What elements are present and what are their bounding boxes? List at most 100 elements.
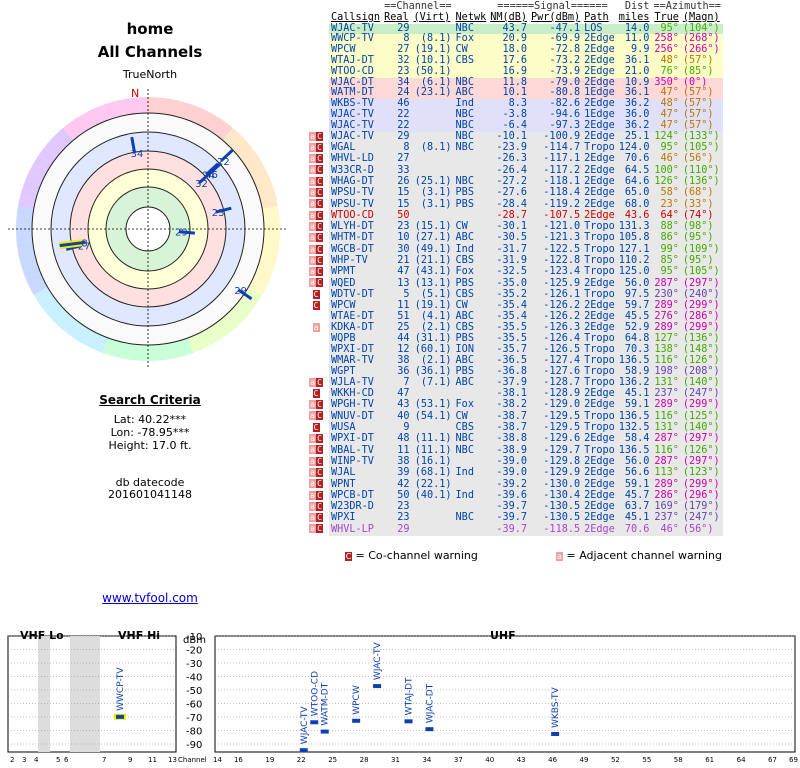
cell-net: NBC — [453, 433, 489, 446]
cell-net: Ind — [453, 467, 489, 480]
cell-nm: -30.5 — [488, 232, 530, 245]
warning-cell — [303, 56, 329, 67]
co-channel-warning-icon: C — [316, 142, 323, 152]
x-tick-label: 25 — [328, 756, 337, 764]
station-label: WJAC-TV — [300, 706, 310, 745]
cell-nm: -39.7 — [488, 512, 530, 525]
adjacent-channel-warning-icon: a — [309, 400, 316, 410]
cell-dist: 36.2 — [616, 120, 652, 132]
rainbow-wedge — [138, 344, 148, 361]
cell-virt: (54.1) — [411, 411, 454, 423]
col-nm: NM(dB) — [490, 11, 528, 23]
cell-net — [453, 154, 489, 166]
adjacent-channel-warning-icon: a — [309, 154, 316, 164]
cell-dist: 70.6 — [616, 524, 652, 536]
warning-cell: aC — [303, 267, 329, 278]
cell-nm: -28.4 — [488, 199, 530, 211]
cell-nm: -6.4 — [488, 120, 530, 132]
spectrum-chart: VHF Lo VHF Hi UHFdBm-10-20-30-40-50-60-70-… — [7, 629, 798, 764]
warning-cell: aC — [303, 434, 329, 445]
cell-cs: WPGH-TV — [329, 399, 383, 412]
warning-cell — [303, 110, 329, 121]
cell-net: PBS — [453, 366, 489, 378]
station-label: WKBS-TV — [551, 687, 561, 728]
table-row: a C WPNT 42 (22.1) -39.2 -130.0 2Edge 59.1 289° (2… — [303, 479, 723, 491]
cell-pwr: -117.1 — [529, 153, 583, 166]
adjacent-channel-icon: a — [556, 551, 563, 561]
co-channel-warning-icon: C — [316, 221, 323, 231]
section-label: VHF Lo — [20, 629, 64, 642]
x-tick-label: 40 — [485, 756, 494, 764]
x-tick-label: 28 — [360, 756, 369, 764]
y-tick-label: -60 — [186, 700, 202, 711]
cell-nm: -36.8 — [488, 366, 530, 378]
x-tick-label: 55 — [642, 756, 651, 764]
cell-pwr: -119.2 — [529, 199, 583, 211]
cell-net: ABC — [453, 377, 489, 389]
y-tick-label: -40 — [186, 673, 202, 684]
cell-az: 113° — [651, 467, 681, 480]
cell-az: 116° — [651, 445, 681, 457]
co-channel-warning-icon: C — [316, 411, 323, 421]
adjacent-channel-warning-icon: a — [309, 210, 316, 220]
col-pwr: Pwr(dBm) — [531, 11, 581, 23]
warning-cell: aC — [303, 199, 329, 210]
table-row: WTOO-CD 23 (50.1) 16.9 -73.9 2Edge 21.0 76° (85°… — [303, 65, 723, 78]
cell-az: 46° — [651, 524, 681, 536]
cell-az: 23° — [651, 199, 681, 211]
warning-cell: aC — [303, 377, 329, 389]
cell-net: NBC — [453, 142, 489, 155]
co-channel-warning-icon: C — [316, 165, 323, 175]
cell-path: Tropo — [582, 266, 617, 279]
cell-mag: (57°) — [680, 120, 723, 132]
station-label: WWCP-TV — [116, 667, 126, 711]
cell-net — [453, 524, 489, 536]
cell-cs: WPSU-TV — [329, 199, 383, 211]
cell-az: 95° — [651, 266, 681, 279]
cell-nm: -39.2 — [488, 479, 530, 491]
adjacent-channel-warning-icon: a — [309, 131, 316, 141]
cell-dist: 58.4 — [616, 433, 652, 446]
station-label: 29 — [234, 286, 247, 297]
cell-cs: WHVL-LD — [329, 153, 383, 166]
warning-cell — [303, 67, 329, 78]
cell-virt: (22.1) — [411, 479, 454, 491]
cell-net: Ind — [453, 490, 489, 502]
cell-path: 2Edge — [582, 65, 617, 78]
legend-co-channel: C = Co-channel warning — [345, 549, 478, 562]
cell-pwr: -130.5 — [529, 512, 583, 525]
warning-cell: aC — [303, 278, 329, 289]
cell-real: 39 — [382, 467, 412, 480]
col-callsign: Callsign — [331, 11, 381, 23]
y-tick-label: -30 — [186, 659, 202, 670]
cell-real: 22 — [382, 120, 412, 132]
co-channel-icon: C — [345, 551, 352, 561]
col-virt: (Virt) — [413, 11, 451, 23]
co-channel-warning-icon: C — [316, 176, 323, 186]
tvfool-link[interactable]: www.tvfool.com — [102, 591, 198, 605]
cell-mag: (299°) — [680, 399, 723, 412]
cell-path: 2Edge — [582, 433, 617, 446]
warning-cell — [303, 312, 329, 323]
cell-pwr: -129.0 — [529, 399, 583, 412]
cell-virt: (36.1) — [411, 366, 454, 378]
cell-mag: (247°) — [680, 512, 723, 525]
adjacent-channel-warning-icon: a — [309, 479, 316, 489]
table-row: a C WPXI 23 NBC -39.7 -130.5 2Edge 45.1 237° (247°… — [303, 512, 723, 525]
x-tick-label: 6 — [64, 756, 69, 764]
cell-virt: (11.1) — [411, 433, 454, 446]
section-label: UHF — [490, 629, 516, 642]
warning-cell: aC — [303, 210, 329, 222]
warning-cell: aC — [303, 188, 329, 199]
co-channel-warning-icon: C — [316, 445, 323, 455]
cell-real: 15 — [382, 187, 412, 200]
cell-dist: 59.1 — [616, 479, 652, 491]
cell-path: 2Edge — [582, 198, 617, 211]
co-channel-warning-icon: C — [316, 490, 323, 500]
y-tick-label: -80 — [186, 727, 202, 738]
warning-cell: C — [303, 422, 329, 434]
cell-pwr: -118.4 — [529, 187, 583, 200]
cell-az: 289° — [651, 399, 681, 412]
station-label: 23 — [212, 208, 225, 219]
cell-dist: 65.0 — [616, 187, 652, 200]
